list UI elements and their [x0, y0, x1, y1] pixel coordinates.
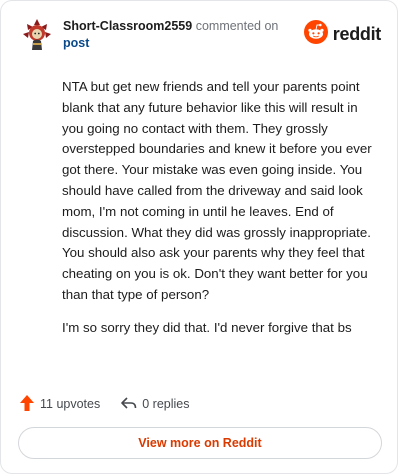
- replies-stat: 0 replies: [120, 396, 189, 413]
- replies-count: 0 replies: [142, 397, 190, 411]
- comment-paragraph: NTA but get new friends and tell your pa…: [62, 79, 372, 302]
- comment-body: NTA but get new friends and tell your pa…: [62, 77, 380, 351]
- reddit-logo[interactable]: reddit: [303, 19, 382, 49]
- upvotes-count: 11 upvotes: [40, 397, 101, 411]
- action-text: commented on: [195, 19, 279, 33]
- comment-paragraph: I'm so sorry they did that. I'd never fo…: [62, 319, 352, 335]
- reddit-snoo-icon: [303, 19, 328, 49]
- upvotes-stat: 11 upvotes: [19, 394, 100, 415]
- reply-arrow-icon: [120, 396, 142, 413]
- comment-embed-card: Short-Classroom2559 commented on post re…: [0, 0, 398, 474]
- comment-header: Short-Classroom2559 commented on post re…: [19, 15, 383, 55]
- upvote-arrow-icon: [19, 394, 40, 415]
- view-more-button[interactable]: View more on Reddit: [18, 427, 382, 459]
- comment-meta: Short-Classroom2559 commented on post: [63, 18, 303, 52]
- comment-stats: 11 upvotes 0 replies: [19, 393, 189, 415]
- reddit-wordmark: reddit: [332, 23, 382, 44]
- username-link[interactable]: Short-Classroom2559: [63, 19, 192, 33]
- post-link[interactable]: post: [63, 35, 303, 52]
- snoo-avatar-icon[interactable]: [19, 17, 55, 53]
